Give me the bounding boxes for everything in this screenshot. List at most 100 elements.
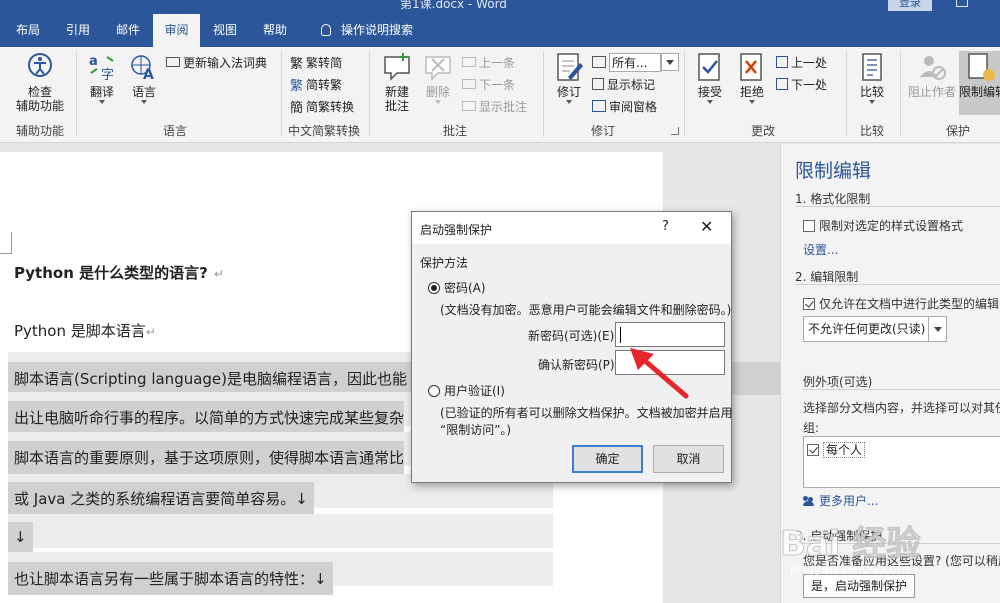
lightbulb-icon xyxy=(320,24,331,36)
cancel-button[interactable]: 取消 xyxy=(653,445,724,473)
login-button[interactable]: 登录 xyxy=(888,0,932,11)
edit-type-select[interactable]: 不允许任何更改(只读) xyxy=(803,316,947,342)
tab-help[interactable]: 帮助 xyxy=(253,14,297,47)
group-comments-label: 批注 xyxy=(442,124,467,138)
dialog-title: 启动强制保护 xyxy=(420,223,493,237)
reviewing-pane-button[interactable]: 审阅窗格 xyxy=(592,97,657,115)
groups-list: 每个人 xyxy=(803,436,1000,488)
password-radio[interactable]: 密码(A) xyxy=(428,279,486,296)
show-comments-button[interactable]: 显示批注 xyxy=(462,97,527,115)
markup-select[interactable]: 所有... xyxy=(592,52,679,72)
format-limit-label: 限制对选定的样式设置格式 xyxy=(819,219,964,233)
previous-change-button[interactable]: 上一处 xyxy=(776,53,827,71)
password-note: (文档没有加密。恶意用户可能会编辑文件和删除密码。) xyxy=(440,303,732,317)
group-accessibility-label: 辅助功能 xyxy=(15,124,64,138)
everyone-label: 每个人 xyxy=(823,442,866,458)
group-language-label: 语言 xyxy=(162,124,187,138)
track-changes-label: 修订 xyxy=(556,85,581,99)
edit-type-value: 不允许任何更改(只读) xyxy=(808,322,926,336)
formatting-restrictions-heading: 1. 格式化限制 xyxy=(795,192,871,206)
convert-button[interactable]: 簡简繁转换 xyxy=(290,97,355,116)
tab-review[interactable]: 审阅 xyxy=(153,14,200,47)
editing-restrictions-heading: 2. 编辑限制 xyxy=(795,270,859,284)
start-enforcement-heading: 3. 启动强制保护 xyxy=(795,529,883,543)
help-icon[interactable]: ? xyxy=(662,219,669,234)
show-markup-label: 显示标记 xyxy=(607,77,656,92)
next-comment-label: 下一条 xyxy=(479,77,516,92)
restrict-editing-pane: 限制编辑 1. 格式化限制 限制对选定的样式设置格式 设置... 2. 编辑限制… xyxy=(780,144,1000,603)
track-changes-button[interactable]: 修订 xyxy=(551,51,587,104)
confirm-password-label: 确认新密码(P): xyxy=(538,358,619,372)
reject-label: 拒绝 xyxy=(739,85,764,99)
trad-to-simp-label: 繁转简 xyxy=(306,55,343,70)
tab-mailings[interactable]: 邮件 xyxy=(106,14,150,47)
accept-button[interactable]: 接受 xyxy=(692,51,728,104)
paragraph-line-last: 也让脚本语言另有一些属于脚本语言的特性：↓ xyxy=(8,562,333,595)
ok-button[interactable]: 确定 xyxy=(572,445,643,473)
svg-text:a: a xyxy=(89,54,98,69)
delete-label: 删除 xyxy=(425,85,450,99)
tab-layout[interactable]: 布局 xyxy=(6,14,50,47)
block-authors-button[interactable]: 阻止作者 xyxy=(906,51,958,99)
show-markup-button[interactable]: 显示标记 xyxy=(592,75,655,93)
start-enforcement-button[interactable]: 是，启动强制保护 xyxy=(803,574,915,598)
compare-button[interactable]: 比较 xyxy=(854,51,890,104)
markup-icon xyxy=(592,56,606,68)
check-accessibility-button[interactable]: 检查 辅助功能 xyxy=(12,51,68,113)
user-auth-radio[interactable]: 用户验证(I) xyxy=(428,382,505,399)
next-change-label: 下一处 xyxy=(791,77,828,92)
more-users-link[interactable]: 更多用户... xyxy=(803,492,878,509)
restrict-editing-icon xyxy=(967,53,995,81)
previous-change-icon xyxy=(776,56,788,68)
restrict-editing-button[interactable]: 限制编辑 xyxy=(959,51,1000,115)
blank-paragraph: ↓ xyxy=(8,522,33,552)
simp-to-trad-button[interactable]: 繁简转繁 xyxy=(290,75,342,94)
next-change-button[interactable]: 下一处 xyxy=(776,75,827,93)
next-comment-button[interactable]: 下一条 xyxy=(462,75,515,93)
translate-button[interactable]: a字 翻译 xyxy=(84,51,120,104)
accept-icon xyxy=(698,53,720,81)
settings-link[interactable]: 设置... xyxy=(803,241,838,258)
check-label-2: 辅助功能 xyxy=(15,99,64,113)
tab-references[interactable]: 引用 xyxy=(56,14,100,47)
tell-me-search[interactable]: 操作说明搜索 xyxy=(312,14,422,47)
block-authors-icon xyxy=(920,56,946,80)
allow-only-checkbox[interactable]: 仅允许在文档中进行此类型的编辑: xyxy=(803,295,1000,312)
restrict-editing-label: 限制编辑 xyxy=(959,85,1000,99)
reject-icon xyxy=(740,53,762,81)
radio-unselected-icon xyxy=(428,385,440,397)
tracking-dialog-launcher-icon[interactable] xyxy=(671,127,679,135)
heading-text: Python 是什么类型的语言? xyxy=(14,264,208,282)
update-ime-button[interactable]: 更新输入法词典 xyxy=(166,53,267,71)
new-comment-label-2: 批注 xyxy=(384,99,409,113)
users-icon xyxy=(803,496,815,506)
delete-comment-icon xyxy=(425,56,451,81)
track-changes-icon xyxy=(557,53,583,81)
show-markup-icon xyxy=(592,78,604,90)
document-line-1: Python 是脚本语言↵ xyxy=(14,320,156,341)
trad-to-simp-button[interactable]: 繁繁转简 xyxy=(290,53,343,72)
checkbox-checked-icon xyxy=(803,298,815,310)
check-label-1: 检查 xyxy=(27,85,52,99)
close-icon[interactable]: ✕ xyxy=(700,217,713,236)
convert-label: 简繁转换 xyxy=(306,99,355,114)
markup-dropdown-icon[interactable] xyxy=(661,53,679,71)
paragraph-line-3: 脚本语言的重要原则，基于这项原则，使得脚本语言通常比 xyxy=(8,441,405,474)
protection-method-heading: 保护方法 xyxy=(420,256,469,270)
accept-label: 接受 xyxy=(697,85,722,99)
block-authors-label: 阻止作者 xyxy=(907,85,956,99)
delete-comment-button[interactable]: 删除 xyxy=(420,51,456,104)
format-limit-checkbox[interactable]: 限制对选定的样式设置格式 xyxy=(803,217,963,234)
previous-comment-button[interactable]: 上一条 xyxy=(462,53,515,71)
new-comment-button[interactable]: 新建 批注 xyxy=(377,51,417,113)
tab-view[interactable]: 视图 xyxy=(203,14,247,47)
translate-label: 翻译 xyxy=(89,85,114,99)
language-button[interactable]: A 语言 xyxy=(126,51,162,104)
user-auth-label: 用户验证(I) xyxy=(444,384,505,398)
paragraph-mark-icon: ↵ xyxy=(145,325,156,339)
title-bar: 第1课.docx - Word 登录 xyxy=(0,0,1000,14)
group-item-everyone[interactable]: 每个人 xyxy=(807,441,866,458)
allow-only-label: 仅允许在文档中进行此类型的编辑: xyxy=(819,297,1000,311)
restore-window-icon[interactable] xyxy=(956,0,968,7)
reject-button[interactable]: 拒绝 xyxy=(734,51,770,104)
